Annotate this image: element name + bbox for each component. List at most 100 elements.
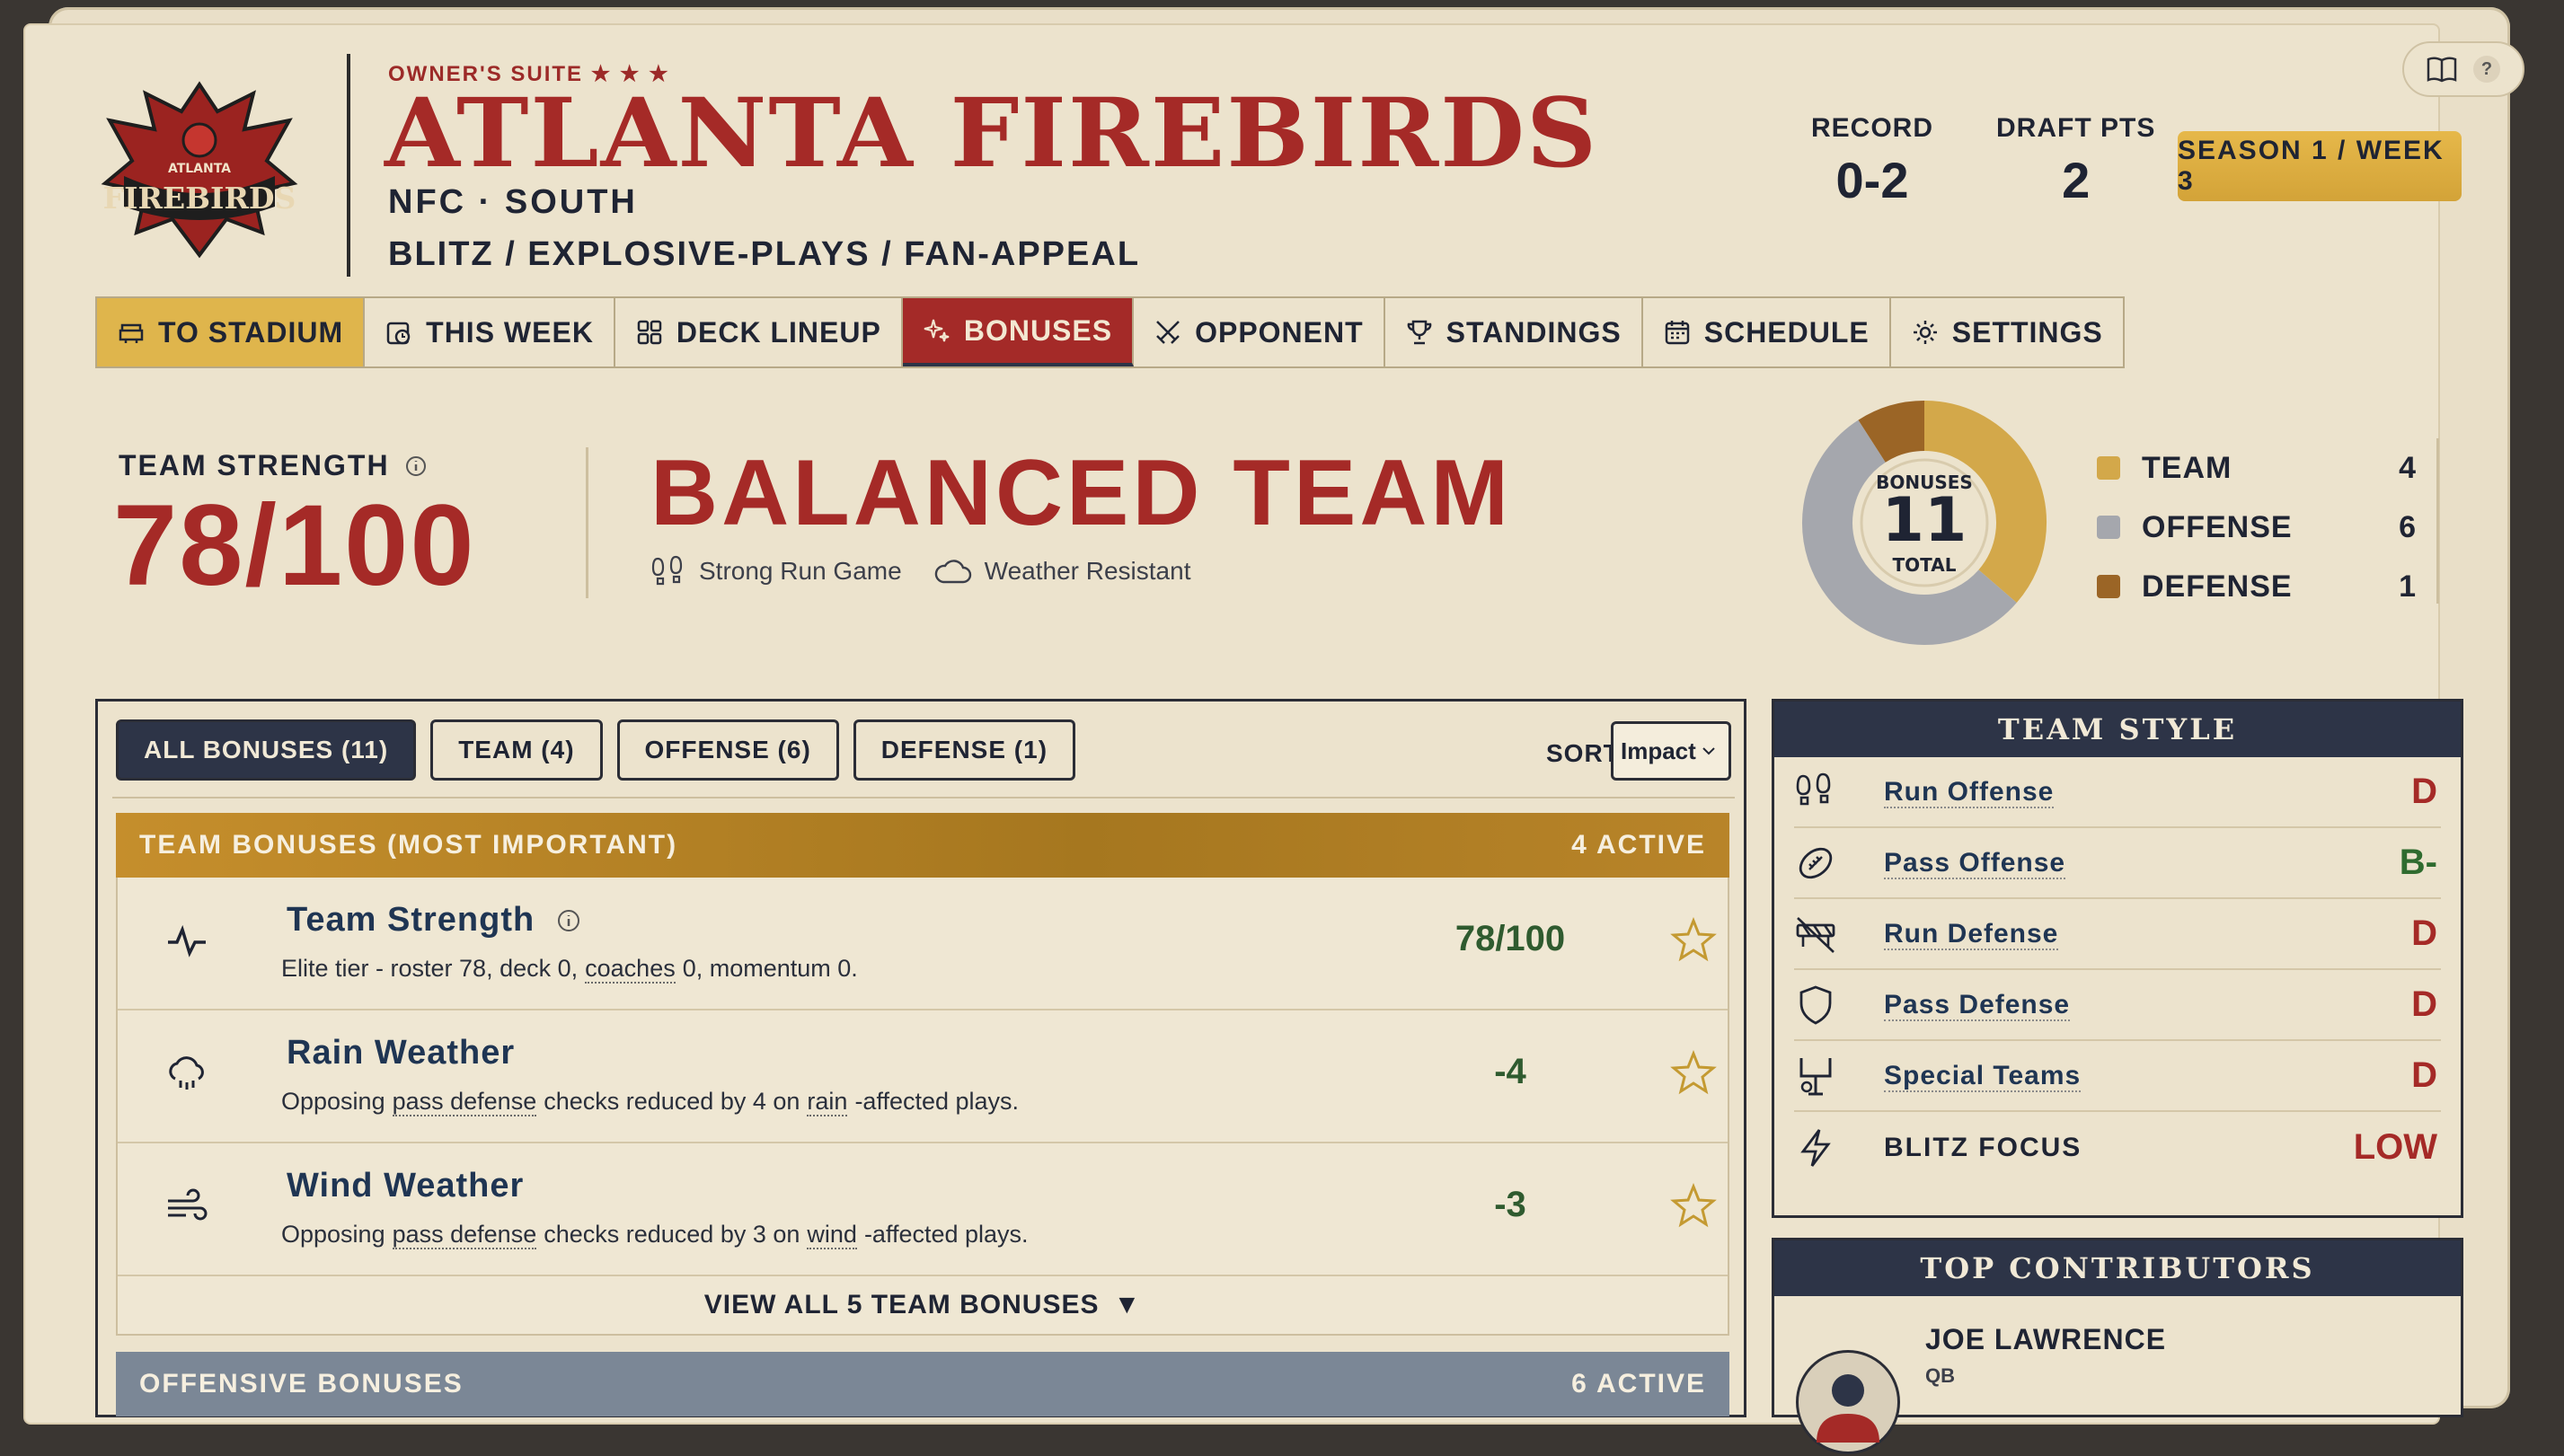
nav-opponent[interactable]: OPPONENT xyxy=(1134,298,1385,366)
record-stat: RECORD 0-2 xyxy=(1811,113,1933,209)
tab-team[interactable]: TEAM (4) xyxy=(430,719,603,781)
barrier-icon xyxy=(1796,916,1835,953)
avatar[interactable] xyxy=(1796,1350,1900,1454)
header-divider xyxy=(347,54,350,277)
caret-down-icon: ▼ xyxy=(1113,1290,1142,1319)
star-icon[interactable] xyxy=(1670,1050,1717,1097)
top-contributors-title: TOP CONTRIBUTORS xyxy=(1774,1240,2461,1296)
team-style-title: TEAM STYLE xyxy=(1774,702,2461,757)
bonus-description: Opposing pass defense checks reduced by 3 … xyxy=(281,1221,1029,1249)
record-value: 0-2 xyxy=(1835,152,1909,208)
conference-label: NFC · SOUTH xyxy=(388,183,638,221)
sort-label: SORT xyxy=(1546,739,1620,767)
trophy-icon xyxy=(1407,320,1431,345)
style-row-pass-offense: Pass Offense B- xyxy=(1794,828,2441,899)
bonuses-panel: ALL BONUSES (11) TEAM (4) OFFENSE (6) DE… xyxy=(95,699,1746,1417)
season-week-button[interactable]: SEASON 1 / WEEK 3 xyxy=(2178,131,2462,201)
shield-icon xyxy=(1799,985,1832,1025)
star-icon[interactable] xyxy=(1670,917,1717,964)
calendar-icon xyxy=(1665,321,1689,345)
team-traits: Strong Run Game Weather Resistant xyxy=(650,553,1190,589)
pulse-icon xyxy=(168,924,206,957)
team-bonuses-header: TEAM BONUSES (MOST IMPORTANT) 4 ACTIVE xyxy=(116,813,1729,878)
term-link[interactable]: rain xyxy=(807,1088,848,1116)
tabs-divider xyxy=(112,797,1735,799)
bonus-name: Team Strength xyxy=(287,901,581,940)
nav-this-week[interactable]: THIS WEEK xyxy=(365,298,615,366)
nav-settings[interactable]: SETTINGS xyxy=(1890,298,2123,366)
nav-bonuses[interactable]: BONUSES xyxy=(902,298,1135,366)
trait-strong-run-game: Strong Run Game xyxy=(650,553,902,589)
view-all-team-bonuses-button[interactable]: VIEW ALL 5 TEAM BONUSES ▼ xyxy=(118,1276,1728,1334)
help-icon[interactable]: ? xyxy=(2473,56,2500,83)
nav-schedule[interactable]: SCHEDULE xyxy=(1642,298,1891,366)
trait-weather-resistant: Weather Resistant xyxy=(934,553,1190,589)
record-label: RECORD xyxy=(1811,113,1934,143)
player-silhouette-icon xyxy=(1817,1374,1879,1443)
legend-divider xyxy=(2436,438,2439,604)
top-contributors-card: TOP CONTRIBUTORS JOE LAWRENCE QB xyxy=(1772,1238,2463,1454)
style-row-run-defense: Run Defense D xyxy=(1794,899,2441,970)
goalpost-icon xyxy=(1799,1057,1832,1095)
wind-icon xyxy=(168,1188,208,1221)
legend-swatch xyxy=(2097,456,2120,480)
football-icon xyxy=(1799,847,1833,878)
legend-team: TEAM 4 xyxy=(2097,438,2417,498)
help-pill: ? xyxy=(2402,41,2524,97)
nav-standings[interactable]: STANDINGS xyxy=(1384,298,1643,366)
term-link[interactable]: pass defense xyxy=(392,1221,537,1249)
nav-deck-lineup[interactable]: DECK LINEUP xyxy=(614,298,903,366)
contributor-position: QB xyxy=(1925,1364,1955,1387)
chevron-down-icon xyxy=(1702,747,1715,755)
bonus-value: 78/100 xyxy=(1454,919,1566,958)
team-strength-label: TEAM STRENGTH xyxy=(119,449,428,482)
bonus-description: Elite tier - roster 78, deck 0, coaches 0,… xyxy=(281,955,858,984)
book-icon[interactable] xyxy=(2427,56,2457,83)
contributor-name[interactable]: JOE LAWRENCE xyxy=(1925,1323,2166,1356)
sort-select[interactable]: Impact xyxy=(1611,721,1731,781)
team-style-tags: BLITZ / EXPLOSIVE-PLAYS / FAN-APPEAL xyxy=(388,235,1141,273)
footprints-icon xyxy=(1796,772,1831,805)
tab-all-bonuses[interactable]: ALL BONUSES (11) xyxy=(116,719,417,781)
term-link[interactable]: wind xyxy=(807,1221,857,1249)
info-icon[interactable] xyxy=(556,908,581,933)
style-row-blitz-focus: BLITZ FOCUS LOW xyxy=(1794,1112,2441,1183)
grid-icon xyxy=(637,320,662,345)
star-icon[interactable] xyxy=(1670,1183,1717,1230)
term-link[interactable]: pass defense xyxy=(392,1088,537,1116)
draft-points-label: DRAFT PTS xyxy=(1996,113,2156,143)
team-bonus-list: Team Strength Elite tier - roster 78, de… xyxy=(116,878,1729,1336)
bonus-row-team-strength[interactable]: Team Strength Elite tier - roster 78, de… xyxy=(118,878,1728,1010)
info-icon[interactable] xyxy=(404,454,428,478)
bonus-row-wind-weather[interactable]: Wind Weather Opposing pass defense checks … xyxy=(118,1143,1728,1276)
term-link[interactable]: coaches xyxy=(585,955,676,984)
footprints-icon xyxy=(651,555,683,586)
tab-offense[interactable]: OFFENSE (6) xyxy=(616,719,839,781)
style-row-pass-defense: Pass Defense D xyxy=(1794,970,2441,1041)
bonus-name: Wind Weather xyxy=(287,1167,525,1205)
tab-defense[interactable]: DEFENSE (1) xyxy=(853,719,1076,781)
nav-to-stadium[interactable]: TO STADIUM xyxy=(97,298,366,366)
gear-icon xyxy=(1913,321,1937,344)
stadium-icon xyxy=(119,323,144,343)
draft-points-stat: DRAFT PTS 2 xyxy=(1996,113,2155,209)
rain-cloud-icon xyxy=(169,1056,204,1090)
team-logo: ATLANTA FIREBIRDS xyxy=(101,81,298,259)
bonus-row-rain-weather[interactable]: Rain Weather Opposing pass defense checks … xyxy=(118,1010,1728,1143)
bonus-description: Opposing pass defense checks reduced by 4 … xyxy=(281,1088,1020,1116)
bonus-value: -4 xyxy=(1494,1052,1526,1091)
bonus-value: -3 xyxy=(1494,1185,1526,1224)
team-archetype-headline: BALANCED TEAM xyxy=(650,441,1513,545)
svg-text:ATLANTA: ATLANTA xyxy=(168,162,231,176)
donut-center-value: 11 xyxy=(1882,485,1967,556)
main-nav: TO STADIUM THIS WEEK DECK LINEUP BONUSES… xyxy=(95,296,2125,368)
bonus-name: Rain Weather xyxy=(287,1034,516,1072)
crossed-swords-icon xyxy=(1156,321,1180,344)
legend-defense: DEFENSE 1 xyxy=(2097,557,2417,616)
clock-calendar-icon xyxy=(386,322,411,345)
strength-divider xyxy=(586,447,588,598)
team-style-card: TEAM STYLE Run Offense D Pass Offense B-… xyxy=(1772,699,2463,1218)
offensive-bonuses-header: OFFENSIVE BONUSES 6 ACTIVE xyxy=(116,1352,1729,1416)
donut-center-bottom: TOTAL xyxy=(1893,554,1957,576)
lightning-icon xyxy=(1800,1128,1831,1167)
